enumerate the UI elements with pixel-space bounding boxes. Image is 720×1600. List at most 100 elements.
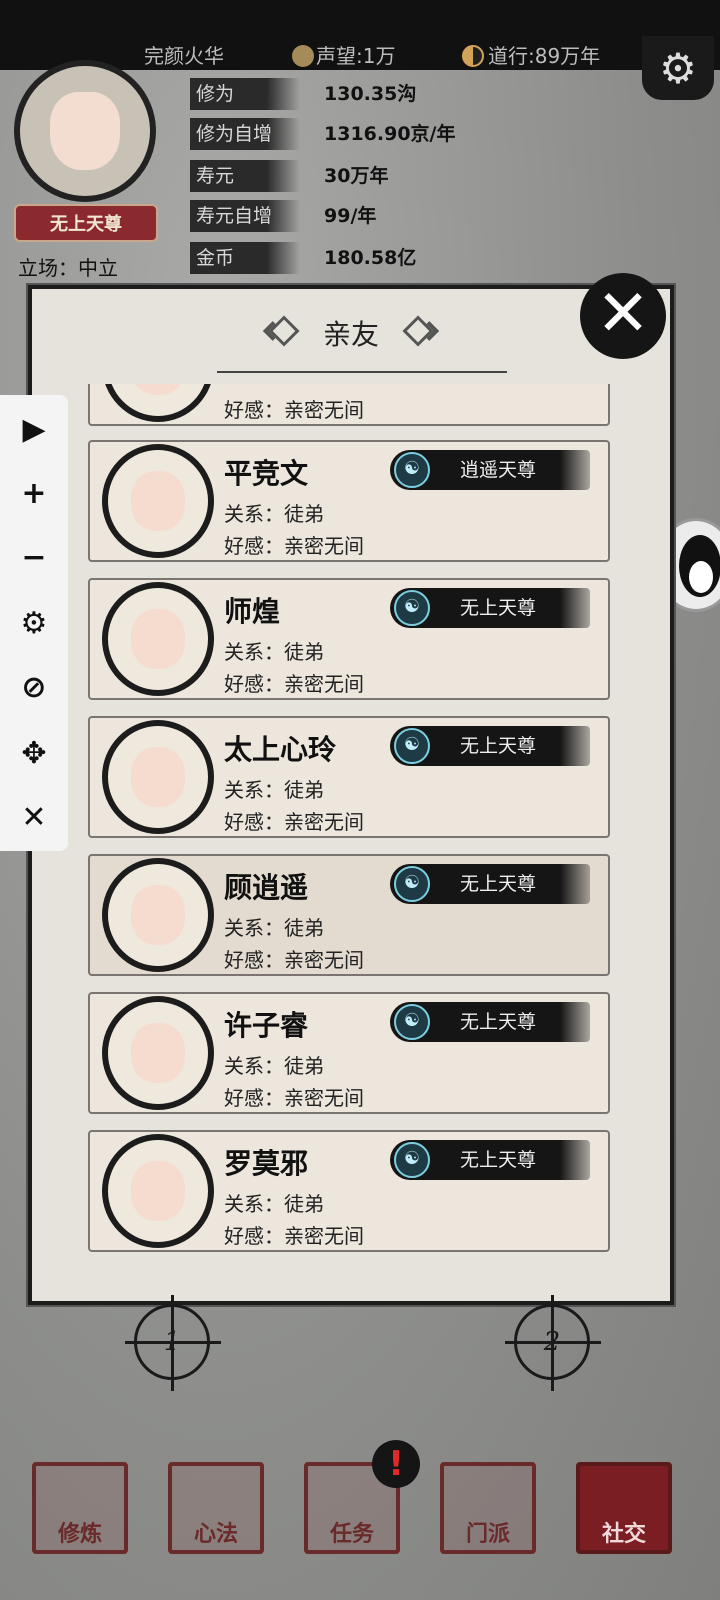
- prestige-icon: [292, 45, 314, 67]
- settings-button[interactable]: ⚙: [642, 36, 714, 100]
- friend-avatar: [102, 720, 214, 834]
- stat-label: 寿元: [190, 160, 300, 192]
- meditation-icon: ☯: [394, 590, 430, 626]
- stat-value: 180.58亿: [324, 247, 417, 269]
- friend-relation: 关系：徒弟: [224, 502, 324, 526]
- top-status-bar: 完颜火华 声望:1万 道行:89万年: [0, 0, 720, 70]
- list-item-partial[interactable]: 好感：亲密无间: [88, 384, 610, 426]
- friend-avatar: [102, 582, 214, 696]
- rank-tag: ☯ 无上天尊: [390, 864, 590, 904]
- stat-gold: 金币 180.58亿: [190, 242, 520, 274]
- close-icon: ✕: [596, 277, 650, 351]
- bottom-nav: 修炼 心法 任务 门派 社交: [0, 1462, 720, 1562]
- gear-icon[interactable]: ⚙: [0, 599, 68, 649]
- player-avatar[interactable]: [14, 60, 156, 202]
- meditation-icon: ☯: [394, 452, 430, 488]
- rank-tag: ☯ 无上天尊: [390, 726, 590, 766]
- friend-relation: 关系：徒弟: [224, 778, 324, 802]
- friend-face-icon: [131, 747, 185, 807]
- list-item[interactable]: 太上心玲 关系：徒弟 好感：亲密无间 ☯ 无上天尊: [88, 716, 610, 838]
- rank-tag: ☯ 无上天尊: [390, 588, 590, 628]
- stat-label: 修为: [190, 78, 300, 110]
- friend-relation: 关系：徒弟: [224, 1054, 324, 1078]
- close-icon[interactable]: ✕: [0, 793, 68, 843]
- stat-cultivation: 修为 130.35沟: [190, 78, 520, 110]
- friend-affinity: 好感：亲密无间: [224, 810, 364, 834]
- diamond-ornament-icon: [402, 315, 434, 347]
- rank-text: 无上天尊: [460, 873, 537, 895]
- stat-lifespan-growth: 寿元自增 99/年: [190, 200, 520, 232]
- friend-avatar: [102, 996, 214, 1110]
- rank-tag: ☯ 无上天尊: [390, 1140, 590, 1180]
- friend-name: 太上心玲: [224, 733, 337, 766]
- stat-cultivation-growth: 修为自增 1316.90京/年: [190, 118, 520, 150]
- floating-toolbar: ▶ + − ⚙ ⊘ ✥ ✕: [0, 395, 68, 851]
- tab-cultivate[interactable]: 修炼: [32, 1462, 128, 1554]
- tab-methods[interactable]: 心法: [168, 1462, 264, 1554]
- rank-text: 无上天尊: [460, 1149, 537, 1171]
- friend-affinity: 好感：亲密无间: [224, 534, 364, 558]
- meditation-icon: ☯: [394, 1004, 430, 1040]
- page-marker-2[interactable]: 2: [505, 1295, 601, 1391]
- friend-face-icon: [131, 471, 185, 531]
- tab-social[interactable]: 社交: [576, 1462, 672, 1554]
- friend-affinity: 好感：亲密无间: [224, 672, 364, 696]
- friend-relation: 关系：徒弟: [224, 916, 324, 940]
- list-item[interactable]: 顾逍遥 关系：徒弟 好感：亲密无间 ☯ 无上天尊: [88, 854, 610, 976]
- player-face-icon: [50, 92, 120, 170]
- meditation-icon: ☯: [394, 1142, 430, 1178]
- dao-value: 道行:89万年: [488, 44, 601, 68]
- friend-affinity: 好感：亲密无间: [224, 1086, 364, 1110]
- friend-face-icon: [131, 1161, 185, 1221]
- friend-name: 顾逍遥: [224, 871, 309, 904]
- rank-text: 无上天尊: [460, 597, 537, 619]
- friend-relation: 关系：徒弟: [224, 640, 324, 664]
- player-name: 完颜火华: [144, 44, 224, 68]
- dao-stat: 道行:89万年: [462, 40, 600, 69]
- list-item[interactable]: 平竞文 关系：徒弟 好感：亲密无间 ☯ 逍遥天尊: [88, 440, 610, 562]
- prestige-stat: 声望:1万: [292, 40, 395, 69]
- friend-affinity: 好感：亲密无间: [224, 398, 364, 422]
- friends-list[interactable]: 好感：亲密无间 平竞文 关系：徒弟 好感：亲密无间 ☯ 逍遥天尊 师煌 关系：徒弟…: [88, 384, 616, 1269]
- friend-affinity: 好感：亲密无间: [224, 1224, 364, 1248]
- yinyang-icon: [462, 45, 484, 67]
- friend-affinity: 好感：亲密无间: [224, 948, 364, 972]
- close-button[interactable]: ✕: [580, 273, 666, 359]
- friend-name: 许子睿: [224, 1009, 309, 1042]
- diamond-ornament-icon: [268, 315, 300, 347]
- list-item[interactable]: 罗莫邪 关系：徒弟 好感：亲密无间 ☯ 无上天尊: [88, 1130, 610, 1252]
- move-icon[interactable]: ✥: [0, 729, 68, 779]
- friend-avatar: [102, 858, 214, 972]
- alert-badge[interactable]: !: [372, 1440, 420, 1488]
- friend-name: 平竞文: [224, 457, 309, 490]
- friend-face-icon: [131, 384, 185, 395]
- friend-face-icon: [131, 1023, 185, 1083]
- plus-icon[interactable]: +: [0, 469, 68, 519]
- rank-text: 无上天尊: [460, 1011, 537, 1033]
- modal-title: 亲友: [32, 313, 670, 353]
- stance-label: 立场：中立: [18, 256, 118, 280]
- eye-off-icon[interactable]: ⊘: [0, 663, 68, 713]
- stat-lifespan: 寿元 30万年: [190, 160, 520, 192]
- friends-modal: 亲友 ✕ 好感：亲密无间 平竞文 关系：徒弟 好感：亲密无间 ☯ 逍遥天尊 师煌 …: [28, 273, 674, 1305]
- minus-icon[interactable]: −: [0, 533, 68, 583]
- friend-name: 师煌: [224, 595, 281, 628]
- title-divider: [217, 371, 507, 373]
- gear-icon: ⚙: [659, 43, 697, 93]
- friend-avatar: [102, 444, 214, 558]
- stat-value: 130.35沟: [324, 83, 417, 105]
- rank-text: 逍遥天尊: [460, 459, 537, 481]
- list-item[interactable]: 许子睿 关系：徒弟 好感：亲密无间 ☯ 无上天尊: [88, 992, 610, 1114]
- page-marker-1[interactable]: 1: [125, 1295, 221, 1391]
- friend-avatar: [102, 384, 214, 422]
- rank-tag: ☯ 逍遥天尊: [390, 450, 590, 490]
- meditation-icon: ☯: [394, 866, 430, 902]
- rank-text: 无上天尊: [460, 735, 537, 757]
- friend-name: 罗莫邪: [224, 1147, 309, 1180]
- stat-label: 金币: [190, 242, 300, 274]
- play-icon[interactable]: ▶: [0, 405, 68, 455]
- modal-title-text: 亲友: [322, 318, 379, 351]
- tab-sect[interactable]: 门派: [440, 1462, 536, 1554]
- meditation-icon: ☯: [394, 728, 430, 764]
- list-item[interactable]: 师煌 关系：徒弟 好感：亲密无间 ☯ 无上天尊: [88, 578, 610, 700]
